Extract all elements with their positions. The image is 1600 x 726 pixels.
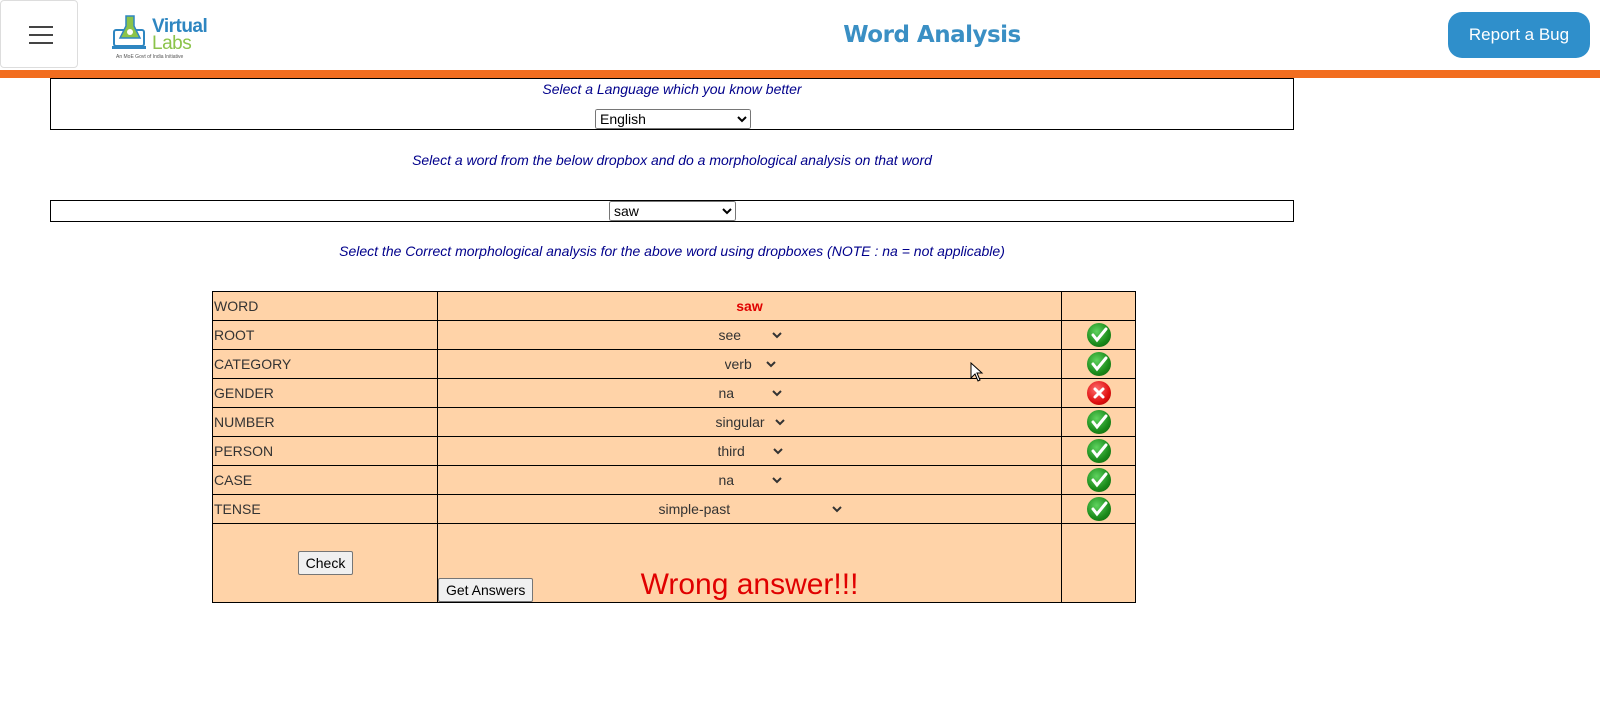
analysis-instruction: Select the Correct morphological analysi… [339,243,1005,259]
check-icon [1086,410,1111,434]
check-button[interactable]: Check [297,551,354,575]
case-select[interactable]: na [714,471,785,489]
header-divider [0,70,1600,78]
table-row: GENDER na [212,378,1136,408]
category-select[interactable]: verb [720,355,779,373]
check-icon [1086,497,1111,521]
report-bug-button[interactable]: Report a Bug [1448,12,1590,58]
root-select[interactable]: see [714,326,785,344]
check-icon [1086,439,1111,463]
row-label: PERSON [212,436,438,466]
check-icon [1086,468,1111,492]
row-label: ROOT [212,320,438,350]
table-row: CASE na [212,465,1136,495]
word-value: saw [736,298,763,314]
language-instruction: Select a Language which you know better [542,81,802,97]
word-instruction: Select a word from the below dropbox and… [412,152,932,168]
language-select[interactable]: English [595,109,751,129]
cross-icon [1086,381,1111,405]
table-row: ROOT see [212,320,1136,350]
page-title: Word Analysis [843,22,1021,48]
number-select[interactable]: singular [711,413,788,431]
word-select[interactable]: saw [609,201,736,221]
table-row-actions: Check Wrong answer!!! Get Answers [212,523,1136,603]
row-label: CASE [212,465,438,495]
get-answers-button[interactable]: Get Answers [438,578,534,602]
mouse-cursor-icon [970,361,984,382]
table-row: PERSON third [212,436,1136,466]
check-icon [1086,323,1111,347]
row-label: NUMBER [212,407,438,437]
person-select[interactable]: third [713,442,786,460]
row-label: TENSE [212,494,438,524]
logo-tagline: An MoE Govt of India Initiative [116,54,184,60]
row-label: GENDER [212,378,438,408]
table-row: TENSE simple-past [212,494,1136,524]
row-label: CATEGORY [212,349,438,379]
gender-select[interactable]: na [714,384,785,402]
row-label: WORD [212,291,438,321]
top-header: Virtual Labs An MoE Govt of India Initia… [0,0,1600,70]
table-row: NUMBER singular [212,407,1136,437]
analysis-table: WORD saw ROOT see CATEGORY verb GENDER na NUMB… [212,291,1136,603]
table-row: CATEGORY verb [212,349,1136,379]
table-row-word: WORD saw [212,291,1136,321]
check-icon [1086,352,1111,376]
tense-select[interactable]: simple-past [654,500,845,518]
